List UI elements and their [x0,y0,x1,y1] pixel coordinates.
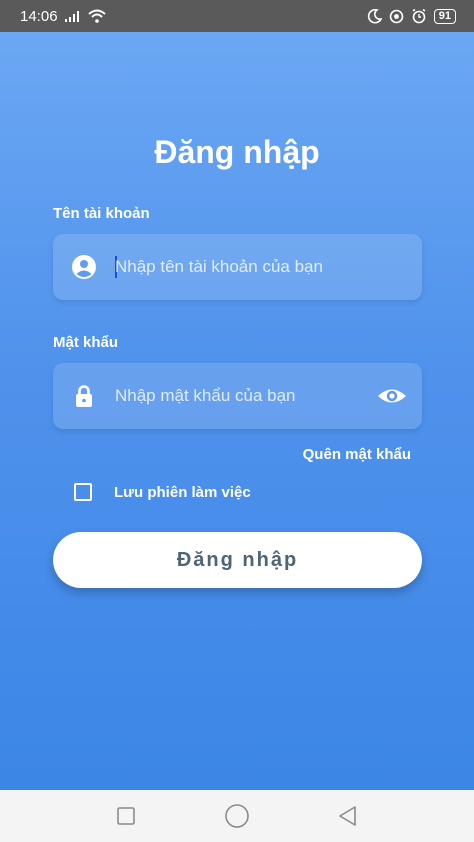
battery-icon: 91 [433,8,456,24]
eye-icon[interactable] [376,383,408,409]
home-icon[interactable] [217,796,257,836]
remember-session-checkbox[interactable] [74,483,92,501]
username-input[interactable] [115,234,355,300]
status-bar: 14:06 91 [0,0,474,32]
password-input[interactable] [115,363,355,429]
recent-apps-icon[interactable] [106,796,146,836]
status-left: 14:06 [20,8,106,25]
login-button[interactable]: Đăng nhập [53,532,422,588]
password-label: Mật khẩu [53,334,119,351]
wifi-icon [87,9,106,23]
page-title: Đăng nhập [154,134,320,170]
remember-session-row[interactable]: Lưu phiên làm việc [74,483,251,501]
username-field-container[interactable] [53,234,422,300]
alarm-icon [411,8,427,24]
system-navigation-bar [0,790,474,842]
user-icon [71,254,97,280]
signal-icon [64,10,81,22]
forgot-password-link[interactable]: Quên mật khẩu [303,446,411,463]
status-right: 91 [367,8,456,24]
status-time: 14:06 [20,7,58,25]
username-label: Tên tài khoản [53,205,150,222]
moon-icon [367,8,382,24]
remember-session-label: Lưu phiên làm việc [114,483,251,501]
location-icon [389,9,404,24]
lock-icon [71,383,97,409]
password-field-container[interactable] [53,363,422,429]
login-screen: Đăng nhập Tên tài khoản Mật khẩu Quên mậ… [0,32,474,790]
back-icon[interactable] [328,796,368,836]
